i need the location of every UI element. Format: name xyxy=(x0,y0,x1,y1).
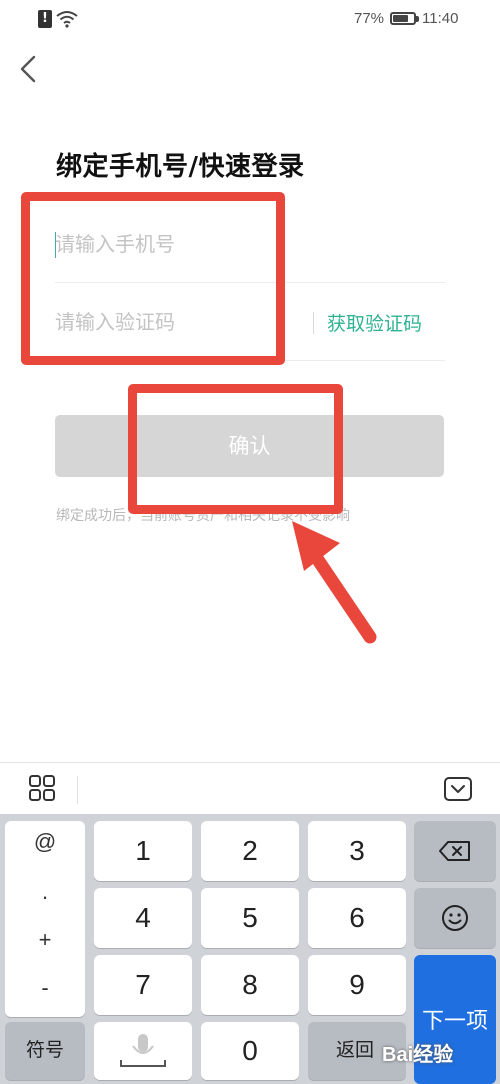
microphone-icon xyxy=(120,1034,166,1067)
key-3[interactable]: 3 xyxy=(308,821,406,881)
get-code-button[interactable]: 获取验证码 xyxy=(327,309,422,336)
key-0[interactable]: 0 xyxy=(201,1022,299,1080)
backspace-key[interactable] xyxy=(414,821,496,881)
symbol-column[interactable]: @ . + - xyxy=(5,821,85,1017)
keyboard-hide-icon[interactable] xyxy=(443,776,473,802)
key-1[interactable]: 1 xyxy=(94,821,192,881)
wifi-icon xyxy=(56,11,78,28)
emoji-key[interactable] xyxy=(414,888,496,948)
next-key-label: 下一项 xyxy=(421,1009,488,1034)
alert-icon: ! xyxy=(38,10,52,28)
symbols-key[interactable]: 符号 xyxy=(5,1022,85,1080)
annotation-box-confirm xyxy=(128,384,343,514)
field-divider xyxy=(313,312,314,334)
status-time: 11:40 xyxy=(422,10,459,27)
battery-icon xyxy=(390,12,416,25)
annotation-box-inputs xyxy=(21,192,285,365)
voice-key[interactable] xyxy=(94,1022,192,1080)
key-4[interactable]: 4 xyxy=(94,888,192,948)
battery-tip xyxy=(416,16,419,22)
emoji-icon xyxy=(442,905,468,931)
watermark: Bai经验 xyxy=(382,1044,454,1066)
back-icon[interactable] xyxy=(14,52,46,86)
key-7[interactable]: 7 xyxy=(94,955,192,1015)
key-plus[interactable]: + xyxy=(5,927,85,953)
key-8[interactable]: 8 xyxy=(201,955,299,1015)
key-dot[interactable]: . xyxy=(5,879,85,905)
keyboard-menu-icon[interactable] xyxy=(28,774,56,802)
annotation-arrow xyxy=(292,521,377,644)
keyboard-toolbar xyxy=(0,762,500,815)
key-9[interactable]: 9 xyxy=(308,955,406,1015)
battery-fill xyxy=(393,15,408,22)
key-6[interactable]: 6 xyxy=(308,888,406,948)
key-at[interactable]: @ xyxy=(5,829,85,855)
key-minus[interactable]: - xyxy=(5,975,85,1001)
toolbar-divider xyxy=(77,776,78,804)
key-5[interactable]: 5 xyxy=(201,888,299,948)
backspace-icon xyxy=(439,841,470,861)
key-2[interactable]: 2 xyxy=(201,821,299,881)
page-title: 绑定手机号/快速登录 xyxy=(56,152,305,182)
battery-percent: 77% xyxy=(354,10,385,27)
